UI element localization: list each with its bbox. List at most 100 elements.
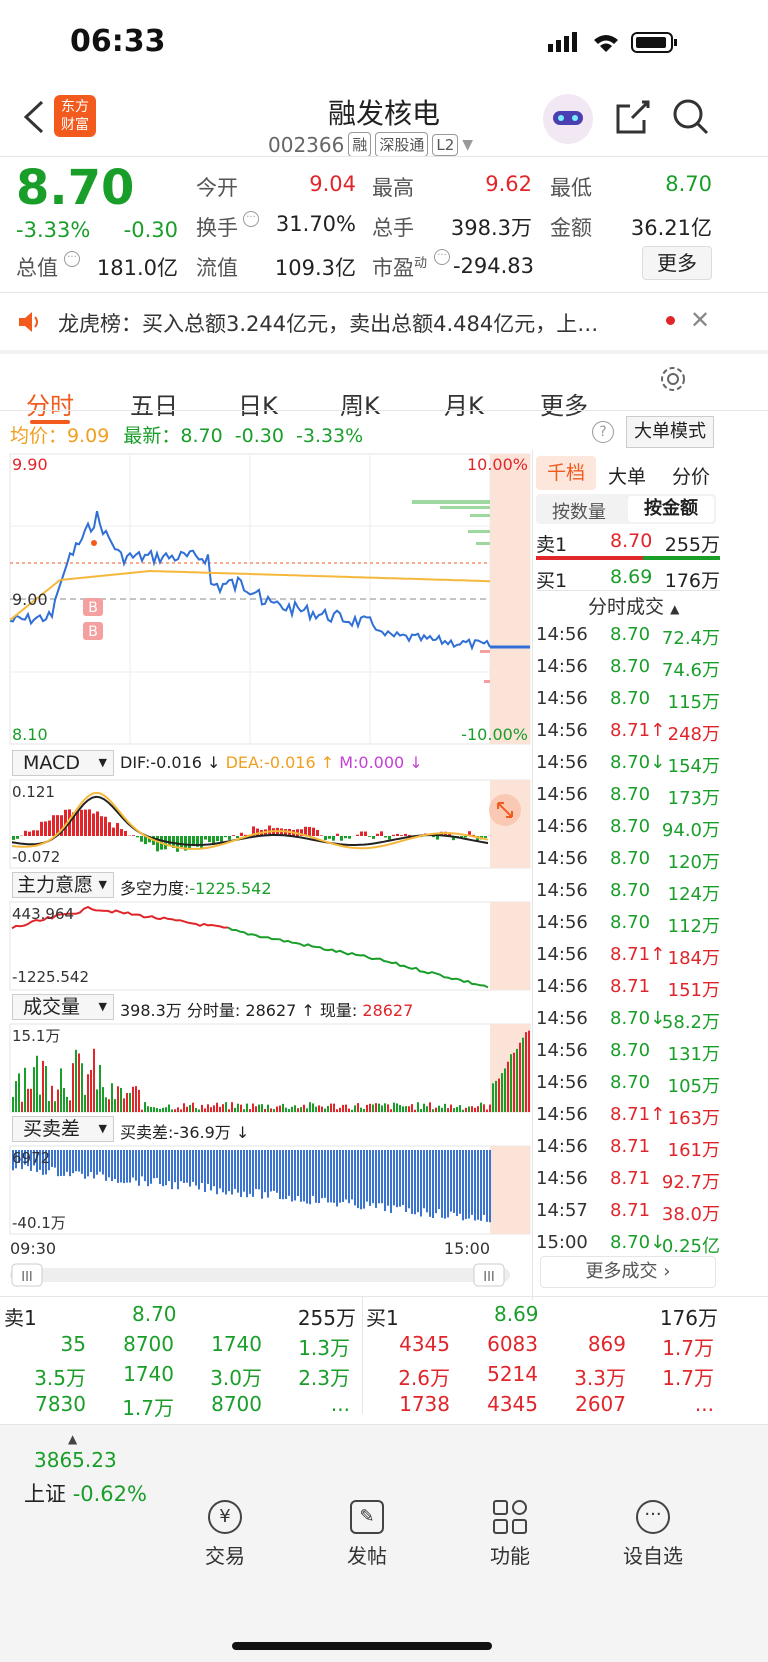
volume-bar	[264, 1108, 266, 1112]
macd-bar	[384, 836, 387, 838]
tab-more[interactable]: 更多	[540, 386, 588, 421]
volume-bar	[189, 1104, 191, 1112]
search-icon[interactable]	[672, 98, 710, 136]
macd-bar	[328, 836, 331, 839]
volume-bar	[150, 1106, 152, 1112]
order-depth-bars	[412, 500, 490, 683]
macd-bar	[436, 836, 439, 840]
index-info[interactable]: 上证 -0.62%	[24, 1478, 147, 1508]
notice-text[interactable]: 龙虎榜：买入总额3.244亿元，卖出总额4.484亿元，上…	[58, 308, 638, 338]
diff-bar	[201, 1150, 203, 1184]
volume-bar	[444, 1103, 446, 1112]
volume-bars	[12, 1030, 530, 1112]
macd-bar	[52, 815, 55, 836]
nav-post[interactable]: ✎ 发帖	[312, 1500, 422, 1569]
diff-bar	[81, 1150, 83, 1174]
diff-bar	[240, 1150, 242, 1197]
chevron-down-icon[interactable]: ▼	[462, 137, 473, 153]
tab-daily[interactable]: 日K	[238, 386, 278, 421]
volume-bar	[279, 1105, 281, 1112]
diff-bar	[414, 1150, 416, 1215]
macd-bar	[140, 836, 143, 842]
diff-bar	[63, 1150, 65, 1176]
share-icon[interactable]	[614, 98, 652, 136]
nav-functions[interactable]: 功能	[455, 1500, 565, 1569]
macd-selector[interactable]: MACD ▼	[12, 750, 114, 776]
volume-bar	[321, 1106, 323, 1112]
macd-bar	[76, 811, 79, 836]
main-force-selector[interactable]: 主力意愿 ▼	[12, 872, 114, 898]
info-icon[interactable]: ···	[64, 251, 80, 267]
volume-bar	[408, 1106, 410, 1112]
diff-bar	[429, 1150, 431, 1217]
macd-bar	[232, 835, 235, 836]
volume-bar	[33, 1067, 35, 1112]
macd-bar	[364, 831, 367, 836]
more-quote-button[interactable]: 更多	[642, 246, 712, 280]
diff-bar	[93, 1150, 95, 1179]
volume-bar	[126, 1093, 128, 1112]
buy-markers[interactable]: B B	[83, 540, 103, 640]
diff-bar	[405, 1150, 407, 1213]
volume-bar	[426, 1106, 428, 1112]
macd-bar	[168, 836, 171, 846]
volume-bar	[69, 1100, 71, 1112]
diff-bar	[291, 1150, 293, 1202]
more-trades-button[interactable]: 更多成交 ›	[540, 1256, 716, 1288]
info-icon[interactable]: ···	[243, 211, 259, 227]
macd-bar	[36, 830, 39, 836]
diff-bar	[453, 1150, 455, 1213]
macd-bar	[340, 836, 343, 841]
big-order-mode-button[interactable]: 大单模式	[626, 416, 714, 448]
macd-bar	[372, 836, 375, 839]
nav-trade[interactable]: ¥ 交易	[170, 1500, 280, 1569]
volume-bar	[192, 1102, 194, 1112]
macd-bar	[336, 833, 339, 836]
macd-bar	[432, 836, 435, 838]
volume-bar	[153, 1107, 155, 1112]
unread-dot	[666, 316, 675, 325]
volume-bar	[492, 1083, 494, 1112]
diff-bar	[204, 1150, 206, 1192]
mode-by-count[interactable]: 按数量	[552, 498, 606, 524]
diff-bar	[480, 1150, 482, 1221]
tab-thousand-level[interactable]: 千档	[536, 456, 596, 490]
yen-icon: ¥	[208, 1500, 242, 1534]
macd-bar	[368, 836, 371, 837]
index-value[interactable]: 3865.23	[34, 1448, 117, 1472]
volume-bar	[207, 1104, 209, 1112]
close-icon[interactable]: ✕	[690, 306, 710, 334]
diff-bar	[84, 1150, 86, 1179]
diff-bar	[438, 1150, 440, 1210]
diff-bar	[399, 1150, 401, 1207]
buy-sell-diff-selector[interactable]: 买卖差 ▼	[12, 1116, 114, 1142]
tab-5day[interactable]: 五日	[130, 386, 178, 421]
tab-intraday[interactable]: 分时	[26, 386, 74, 421]
diff-bar	[102, 1150, 104, 1175]
mode-by-amount[interactable]: 按金额	[628, 496, 714, 522]
tab-by-price[interactable]: 分价	[672, 462, 710, 489]
queue-cell: 3.3万	[574, 1366, 626, 1390]
settings-gear-icon[interactable]	[658, 364, 688, 394]
assistant-avatar-icon[interactable]	[543, 94, 593, 144]
volume-bar	[495, 1080, 497, 1112]
diff-bar	[129, 1150, 131, 1183]
macd-bar	[392, 834, 395, 836]
tab-big-order[interactable]: 大单	[608, 462, 646, 489]
macd-bar	[316, 829, 319, 836]
diff-bar	[318, 1150, 320, 1204]
volume-bar	[57, 1089, 59, 1112]
volume-bar	[21, 1101, 23, 1112]
nav-add-watchlist[interactable]: ··· 设自选	[598, 1500, 708, 1569]
diff-bar	[66, 1150, 68, 1172]
info-icon[interactable]: ···	[434, 249, 450, 265]
help-icon[interactable]: ?	[592, 421, 614, 443]
tab-weekly[interactable]: 周K	[340, 386, 380, 421]
diff-bar	[78, 1150, 80, 1172]
tab-monthly[interactable]: 月K	[444, 386, 484, 421]
volume-selector[interactable]: 成交量 ▼	[12, 994, 114, 1020]
queue-cell: 7830	[35, 1392, 86, 1416]
macd-bar	[92, 813, 95, 836]
macd-bar	[208, 836, 211, 843]
diff-bar	[297, 1150, 299, 1196]
